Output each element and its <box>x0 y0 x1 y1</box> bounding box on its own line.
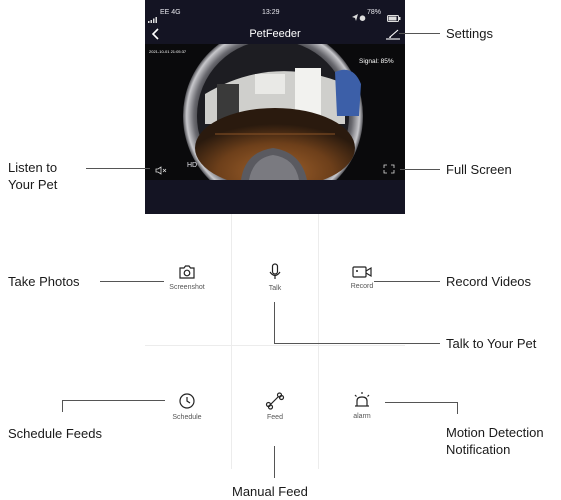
screenshot-label: Screenshot <box>169 284 205 291</box>
callout-line <box>400 169 440 170</box>
mute-button[interactable] <box>155 162 169 180</box>
clock: 13:29 <box>262 9 280 16</box>
app-screen: EE 4G 13:29 78% PetFeeder 2021-10-01 21:… <box>145 0 405 214</box>
talk-button[interactable]: Talk <box>240 263 310 292</box>
callout-line <box>86 168 150 169</box>
callout-settings: Settings <box>446 26 493 41</box>
speaker-muted-icon <box>155 166 167 175</box>
grid-divider <box>318 214 319 469</box>
feed-button[interactable]: Feed <box>240 392 310 421</box>
callout-line <box>62 400 165 401</box>
microphone-icon <box>269 263 281 279</box>
cellular-signal-icon <box>148 10 158 28</box>
signal-strength: Signal: 85% <box>359 58 394 65</box>
battery-icon <box>387 9 401 27</box>
fullscreen-icon <box>383 164 395 174</box>
timestamp: 2021-10-01 21:05:37 <box>149 49 187 54</box>
schedule-label: Schedule <box>172 414 202 421</box>
record-button[interactable]: Record <box>327 265 397 290</box>
callout-schedule-feeds: Schedule Feeds <box>8 426 102 441</box>
callout-take-photos: Take Photos <box>8 274 80 289</box>
callout-manual-feed: Manual Feed <box>232 484 308 499</box>
grid-divider <box>231 214 232 469</box>
callout-line <box>100 281 164 282</box>
callout-full-screen: Full Screen <box>446 162 512 177</box>
feed-label: Feed <box>267 414 283 421</box>
alarm-button[interactable]: alarm <box>327 391 397 420</box>
callout-line <box>385 402 458 403</box>
siren-icon <box>354 392 370 407</box>
grid-divider <box>145 345 405 346</box>
video-camera-icon <box>352 266 372 278</box>
schedule-button[interactable]: Schedule <box>152 392 222 421</box>
callout-line <box>274 343 440 344</box>
camera-feed[interactable]: 2021-10-01 21:05:37 Signal: 85% HD <box>145 44 405 180</box>
callout-line <box>374 281 440 282</box>
clock-icon <box>179 393 195 409</box>
camera-icon <box>179 265 195 279</box>
screenshot-button[interactable]: Screenshot <box>152 264 222 291</box>
callout-listen-line1: Listen to <box>8 160 58 175</box>
callout-line <box>62 400 63 412</box>
battery-percent: 78% <box>367 9 382 16</box>
callout-line <box>274 302 275 344</box>
record-label: Record <box>350 283 374 290</box>
hd-toggle[interactable]: HD <box>187 162 197 169</box>
callout-motion-line1: Motion Detection <box>446 425 544 440</box>
callout-record-videos: Record Videos <box>446 274 532 289</box>
callout-line <box>274 446 275 478</box>
callout-listen-line2: Your Pet <box>8 177 58 192</box>
alarm-clock-icon <box>359 9 366 27</box>
bone-icon <box>265 392 285 410</box>
page-title: PetFeeder <box>249 28 301 40</box>
callout-line <box>457 402 458 414</box>
callout-motion-line2: Notification <box>446 442 511 457</box>
callout-line <box>399 33 440 34</box>
location-icon <box>352 9 359 27</box>
carrier-label: EE 4G <box>160 9 181 16</box>
callout-talk-to-pet: Talk to Your Pet <box>446 336 537 351</box>
talk-label: Talk <box>268 285 282 292</box>
fullscreen-button[interactable] <box>383 161 395 179</box>
edit-icon <box>386 29 400 40</box>
alarm-label: alarm <box>353 413 371 420</box>
